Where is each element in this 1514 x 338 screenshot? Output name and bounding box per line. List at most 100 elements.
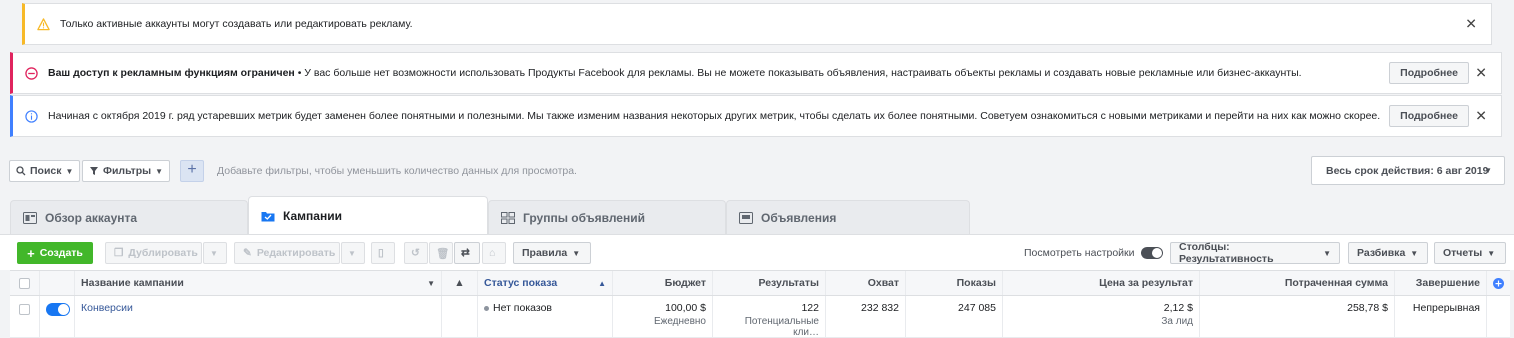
column-header-impressions[interactable]: Показы xyxy=(906,271,1003,295)
view-settings-toggle[interactable]: Посмотреть настройки xyxy=(1024,247,1163,259)
folder-check-icon xyxy=(261,211,275,221)
plus-icon: + xyxy=(27,245,35,261)
learn-more-button[interactable]: Подробнее xyxy=(1389,105,1469,127)
budget-value: 100,00 $ xyxy=(665,302,706,314)
column-header-warnings[interactable]: ▲ xyxy=(442,271,478,295)
campaigns-table: Название кампании ▼ ▲ Статус показа ▲ Бю… xyxy=(10,270,1510,338)
reports-label: Отчеты xyxy=(1443,247,1483,259)
column-header-cost-per-result[interactable]: Цена за результат xyxy=(1003,271,1200,295)
column-header-end[interactable]: Завершение xyxy=(1395,271,1487,295)
impressions-value: 247 085 xyxy=(958,302,996,314)
delete-button[interactable]: 🗑 xyxy=(429,242,453,264)
cost-value: 2,12 $ xyxy=(1163,302,1193,314)
filters-button[interactable]: Фильтры ▼ xyxy=(82,160,171,182)
revert-button[interactable]: ↺ xyxy=(404,242,428,264)
amount-spent-cell: 258,78 $ xyxy=(1200,296,1395,337)
tab-account-overview[interactable]: Обзор аккаунта xyxy=(10,200,248,234)
column-header-budget[interactable]: Бюджет xyxy=(613,271,713,295)
tab-ad-sets[interactable]: Группы объявлений xyxy=(488,200,726,234)
columns-button[interactable]: Столбцы: Результативность ▼ xyxy=(1170,241,1340,265)
column-label: Охват xyxy=(867,277,899,289)
status-text: Нет показов xyxy=(493,302,552,314)
breakdown-label: Разбивка xyxy=(1357,247,1406,259)
warnings-cell xyxy=(442,296,478,337)
tab-label: Группы объявлений xyxy=(523,210,645,225)
campaign-toolbar: + Создать ❐ Дублировать ▼ ✎ Редактироват… xyxy=(0,234,1514,270)
campaign-toggle[interactable] xyxy=(46,303,70,316)
view-settings-label: Посмотреть настройки xyxy=(1024,247,1135,259)
level-tabs: Обзор аккаунта Кампании Группы объявлени… xyxy=(0,196,1514,234)
row-checkbox[interactable] xyxy=(19,304,30,315)
copy-icon: ❐ xyxy=(114,247,124,259)
column-label: Бюджет xyxy=(664,277,706,289)
budget-cell[interactable]: 100,00 $ Ежедневно xyxy=(613,296,713,337)
close-icon[interactable]: ✕ xyxy=(1475,108,1487,125)
row-select-cell xyxy=(10,296,40,337)
budget-type: Ежедневно xyxy=(653,316,706,327)
duplicate-dropdown[interactable]: ▼ xyxy=(203,242,227,264)
tab-ads[interactable]: Объявления xyxy=(726,200,970,234)
flask-icon: ▯ xyxy=(378,247,384,259)
column-header-amount-spent[interactable]: Потраченная сумма xyxy=(1200,271,1395,295)
chevron-down-icon: ▼ xyxy=(1323,248,1331,258)
edit-button[interactable]: ✎ Редактировать xyxy=(234,242,340,264)
create-button[interactable]: + Создать xyxy=(17,242,93,264)
warning-icon xyxy=(37,17,50,30)
ab-test-button[interactable]: ▯ xyxy=(371,242,395,264)
tag-button[interactable]: ⌂ xyxy=(482,242,506,264)
search-button[interactable]: Поиск ▼ xyxy=(9,160,81,182)
column-header-results[interactable]: Результаты xyxy=(713,271,826,295)
info-banner: Начиная с октября 2019 г. ряд устаревших… xyxy=(10,95,1502,137)
warning-banner: Только активные аккаунты могут создавать… xyxy=(22,3,1492,45)
add-column-icon[interactable] xyxy=(1493,277,1504,289)
column-header-name[interactable]: Название кампании ▼ xyxy=(75,271,442,295)
empty-cell xyxy=(1487,296,1510,337)
filter-icon xyxy=(90,167,98,175)
chevron-down-icon: ▼ xyxy=(210,248,218,258)
campaign-name-cell: Конверсии xyxy=(75,296,442,337)
filter-hint: Добавьте фильтры, чтобы уменьшить количе… xyxy=(217,165,577,177)
tab-label: Кампании xyxy=(283,208,342,223)
date-range-picker[interactable]: Весь срок действия: 6 авг 2019 ▼ xyxy=(1311,156,1505,185)
duplicate-button[interactable]: ❐ Дублировать xyxy=(105,242,202,264)
export-button[interactable]: ⇄ xyxy=(454,242,480,264)
sort-icon: ▼ xyxy=(427,278,435,288)
add-column-cell xyxy=(1487,271,1510,295)
edit-label: Редактировать xyxy=(256,247,336,259)
info-icon xyxy=(25,109,38,123)
reports-button[interactable]: Отчеты ▼ xyxy=(1434,242,1506,264)
warning-text: Только активные аккаунты могут создавать… xyxy=(60,18,413,30)
blocked-icon xyxy=(25,66,38,80)
chevron-down-icon: ▼ xyxy=(1410,248,1419,258)
toggle-switch[interactable] xyxy=(1140,247,1163,259)
column-header-reach[interactable]: Охват xyxy=(826,271,906,295)
column-label: Статус показа xyxy=(484,277,558,289)
column-header-status[interactable]: Статус показа ▲ xyxy=(478,271,613,295)
learn-more-button[interactable]: Подробнее xyxy=(1389,62,1469,84)
error-banner: Ваш доступ к рекламным функциям ограниче… xyxy=(10,52,1502,94)
chevron-down-icon: ▼ xyxy=(155,166,164,176)
create-label: Создать xyxy=(39,247,83,259)
breakdown-button[interactable]: Разбивка ▼ xyxy=(1348,242,1428,264)
error-title: Ваш доступ к рекламным функциям ограниче… xyxy=(48,67,295,79)
grid-icon xyxy=(501,211,515,224)
campaign-name-link[interactable]: Конверсии xyxy=(81,302,133,314)
tab-campaigns[interactable]: Кампании xyxy=(248,196,488,234)
chevron-down-icon: ▼ xyxy=(348,248,356,258)
status-dot-icon xyxy=(484,305,489,311)
close-icon[interactable]: ✕ xyxy=(1465,16,1477,33)
dashboard-icon xyxy=(23,211,37,224)
amount-spent-value: 258,78 $ xyxy=(1347,302,1388,314)
search-label: Поиск xyxy=(30,165,62,177)
warning-icon: ▲ xyxy=(454,277,465,289)
close-icon[interactable]: ✕ xyxy=(1475,65,1487,82)
pencil-icon: ✎ xyxy=(243,247,252,259)
column-label: Цена за результат xyxy=(1099,277,1193,289)
rules-button[interactable]: Правила ▼ xyxy=(513,242,591,264)
date-range-label: Весь срок действия: 6 авг 2019 xyxy=(1326,164,1489,177)
select-all-checkbox[interactable] xyxy=(19,277,30,289)
edit-dropdown[interactable]: ▼ xyxy=(341,242,365,264)
add-filter-button[interactable]: + xyxy=(180,160,204,182)
table-row[interactable]: Конверсии Нет показов 100,00 $ Ежедневно … xyxy=(10,296,1510,338)
filters-label: Фильтры xyxy=(103,165,152,177)
